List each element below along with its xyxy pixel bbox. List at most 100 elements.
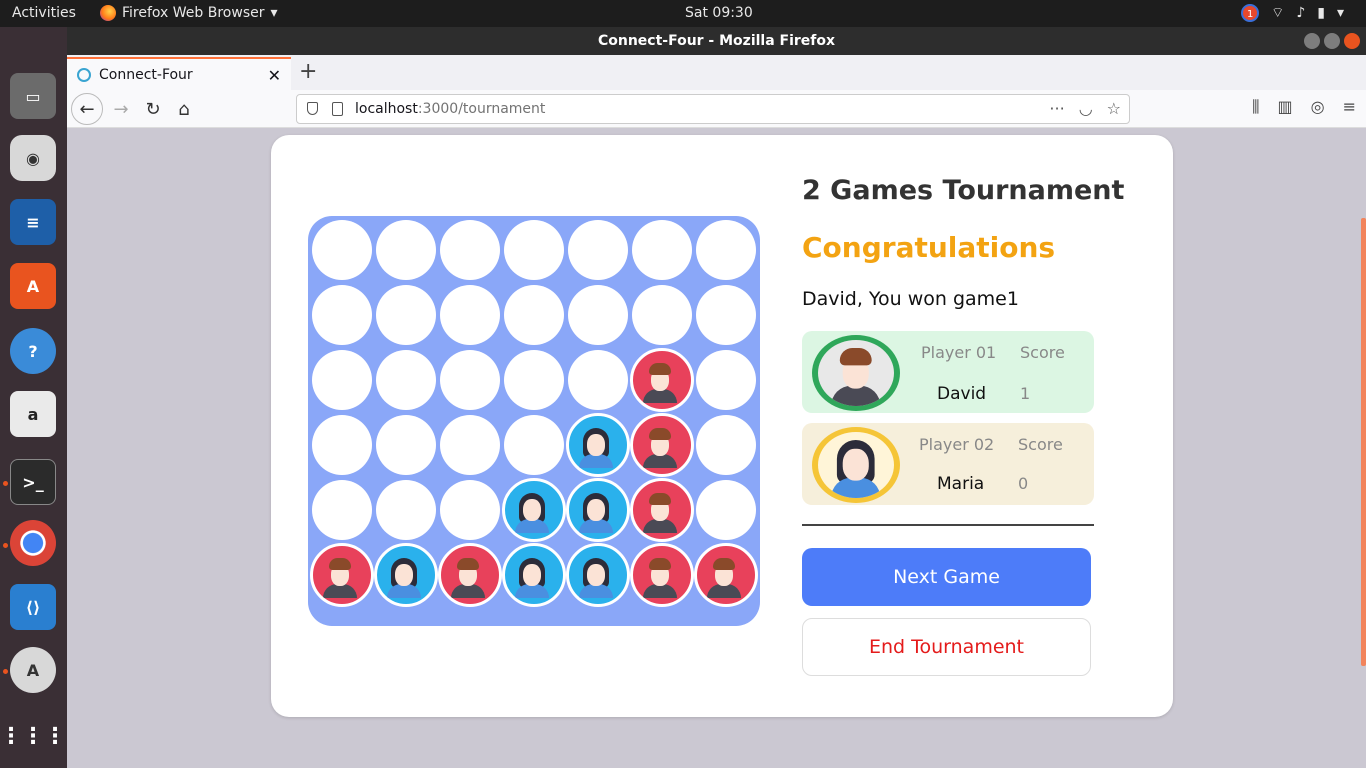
player2-disc[interactable]: [502, 543, 566, 607]
clock[interactable]: Sat 09:30: [685, 5, 753, 21]
empty-slot[interactable]: [440, 480, 500, 540]
window-titlebar: Connect-Four - Mozilla Firefox: [67, 27, 1366, 55]
empty-slot[interactable]: [312, 285, 372, 345]
player1-disc[interactable]: [438, 543, 502, 607]
chrome-icon[interactable]: [10, 520, 56, 566]
avatar: [812, 335, 900, 411]
player-card-2: Player 02 Score Maria 0: [802, 423, 1094, 505]
home-icon[interactable]: ⌂: [170, 95, 198, 123]
maximize-icon[interactable]: [1324, 33, 1340, 49]
empty-slot[interactable]: [440, 285, 500, 345]
software-updater-icon[interactable]: A: [10, 647, 56, 693]
pocket-icon[interactable]: ◡: [1079, 99, 1093, 118]
empty-slot[interactable]: [312, 415, 372, 475]
terminal-icon[interactable]: >_: [10, 459, 56, 505]
empty-slot[interactable]: [504, 220, 564, 280]
software-center-icon[interactable]: A: [10, 263, 56, 309]
player-score: 0: [1018, 474, 1029, 493]
empty-slot[interactable]: [504, 350, 564, 410]
empty-slot[interactable]: [440, 220, 500, 280]
window-title: Connect-Four - Mozilla Firefox: [597, 33, 836, 49]
player1-disc[interactable]: [310, 543, 374, 607]
scrollbar[interactable]: [1361, 218, 1366, 666]
navigation-bar: ← → ↻ ⌂ localhost:3000/tournament ··· ◡ …: [67, 90, 1366, 128]
avatar: [812, 427, 900, 503]
help-icon[interactable]: ?: [10, 328, 56, 374]
game-board[interactable]: [308, 216, 760, 626]
app-menu[interactable]: Firefox Web Browser ▾: [100, 5, 278, 21]
player-label: Player 02: [919, 435, 995, 454]
player-label: Player 01: [921, 343, 997, 362]
player1-disc[interactable]: [630, 413, 694, 477]
running-indicator: [3, 669, 8, 674]
player2-disc[interactable]: [566, 543, 630, 607]
forward-icon[interactable]: →: [107, 95, 135, 123]
empty-slot[interactable]: [312, 220, 372, 280]
empty-slot[interactable]: [504, 415, 564, 475]
end-tournament-button[interactable]: End Tournament: [802, 618, 1091, 676]
files-icon[interactable]: ▭: [10, 73, 56, 119]
empty-slot[interactable]: [696, 415, 756, 475]
reload-icon[interactable]: ↻: [139, 95, 167, 123]
empty-slot[interactable]: [568, 220, 628, 280]
tab-connect-four[interactable]: Connect-Four ✕: [67, 57, 291, 90]
shield-icon[interactable]: [307, 102, 318, 115]
next-game-button[interactable]: Next Game: [802, 548, 1091, 606]
app-menu-label: Firefox Web Browser: [122, 5, 265, 21]
empty-slot[interactable]: [696, 220, 756, 280]
vscode-icon[interactable]: ⟨⟩: [10, 584, 56, 630]
url-host: localhost: [355, 101, 418, 117]
new-tab-icon[interactable]: +: [299, 59, 317, 84]
empty-slot[interactable]: [376, 480, 436, 540]
empty-slot[interactable]: [568, 350, 628, 410]
empty-slot[interactable]: [696, 480, 756, 540]
empty-slot[interactable]: [376, 350, 436, 410]
menu-icon[interactable]: ≡: [1343, 97, 1356, 117]
amazon-icon[interactable]: a: [10, 391, 56, 437]
system-tray[interactable]: 1 ⌔ ♪ ▮ ▾: [1241, 4, 1344, 22]
empty-slot[interactable]: [568, 285, 628, 345]
player2-disc[interactable]: [502, 478, 566, 542]
minimize-icon[interactable]: [1304, 33, 1320, 49]
player1-disc[interactable]: [630, 478, 694, 542]
running-indicator: [3, 543, 8, 548]
player2-disc[interactable]: [566, 478, 630, 542]
score-label: Score: [1018, 435, 1063, 454]
close-icon[interactable]: [1344, 33, 1360, 49]
empty-slot[interactable]: [440, 415, 500, 475]
show-apps-icon[interactable]: ⋮⋮⋮: [0, 713, 66, 759]
empty-slot[interactable]: [504, 285, 564, 345]
player1-disc[interactable]: [630, 543, 694, 607]
account-icon[interactable]: ◎: [1311, 97, 1325, 117]
congrats-heading: Congratulations: [802, 231, 1056, 264]
player1-disc[interactable]: [694, 543, 758, 607]
more-icon[interactable]: ···: [1049, 99, 1064, 118]
empty-slot[interactable]: [312, 480, 372, 540]
close-icon[interactable]: ✕: [268, 66, 281, 85]
score-label: Score: [1020, 343, 1065, 362]
library-icon[interactable]: ⫼: [1252, 97, 1259, 117]
activities-button[interactable]: Activities: [12, 5, 76, 21]
player2-disc[interactable]: [566, 413, 630, 477]
player2-disc[interactable]: [374, 543, 438, 607]
notification-badge[interactable]: 1: [1241, 4, 1260, 22]
empty-slot[interactable]: [632, 220, 692, 280]
url-bar[interactable]: localhost:3000/tournament ··· ◡ ☆: [296, 94, 1130, 124]
empty-slot[interactable]: [376, 220, 436, 280]
tab-bar: Connect-Four ✕ +: [67, 55, 1366, 90]
empty-slot[interactable]: [632, 285, 692, 345]
sidebar-icon[interactable]: ▥: [1278, 97, 1293, 117]
empty-slot[interactable]: [312, 350, 372, 410]
url-path: :3000/tournament: [417, 101, 546, 117]
empty-slot[interactable]: [440, 350, 500, 410]
empty-slot[interactable]: [376, 285, 436, 345]
back-icon[interactable]: ←: [71, 93, 103, 125]
empty-slot[interactable]: [696, 285, 756, 345]
empty-slot[interactable]: [376, 415, 436, 475]
speaker-icon[interactable]: ◉: [10, 135, 56, 181]
page-icon[interactable]: [332, 102, 343, 116]
star-icon[interactable]: ☆: [1107, 99, 1121, 118]
player1-disc[interactable]: [630, 348, 694, 412]
writer-icon[interactable]: ≡: [10, 199, 56, 245]
empty-slot[interactable]: [696, 350, 756, 410]
